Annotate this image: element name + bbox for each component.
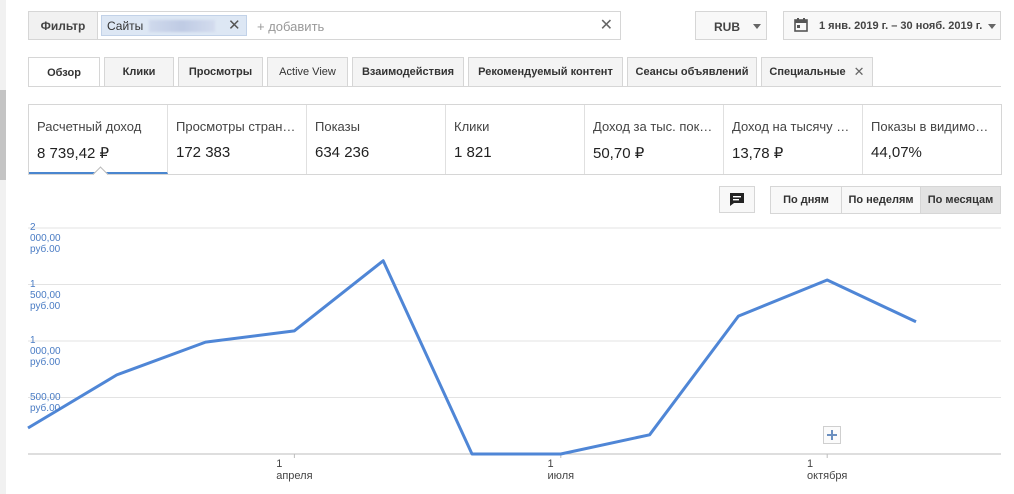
data-point[interactable] xyxy=(203,339,209,345)
data-point[interactable] xyxy=(291,328,297,334)
chart-canvas xyxy=(25,227,1001,458)
y-tick-label: 2 000,00 руб.00 xyxy=(30,222,61,255)
data-point[interactable] xyxy=(25,425,31,431)
data-point[interactable] xyxy=(558,451,564,457)
add-annotation-button[interactable] xyxy=(823,426,841,444)
data-point[interactable] xyxy=(647,432,653,438)
y-tick-label: 500,00 руб.00 xyxy=(30,391,61,414)
data-point[interactable] xyxy=(824,277,830,283)
x-tick-label: 1 июля xyxy=(547,458,575,482)
x-tick-label: 1 апреля xyxy=(276,458,313,482)
y-tick-label: 1 500,00 руб.00 xyxy=(30,278,61,312)
plus-icon xyxy=(827,430,837,440)
data-point[interactable] xyxy=(114,372,120,378)
data-point[interactable] xyxy=(913,319,919,325)
data-point[interactable] xyxy=(735,313,741,319)
data-point[interactable] xyxy=(469,451,475,457)
data-point[interactable] xyxy=(380,258,386,264)
y-tick-label: 1 000,00 руб.00 xyxy=(30,335,61,368)
x-tick-label: 1 октября xyxy=(807,458,848,482)
revenue-series-line[interactable] xyxy=(27,259,917,456)
